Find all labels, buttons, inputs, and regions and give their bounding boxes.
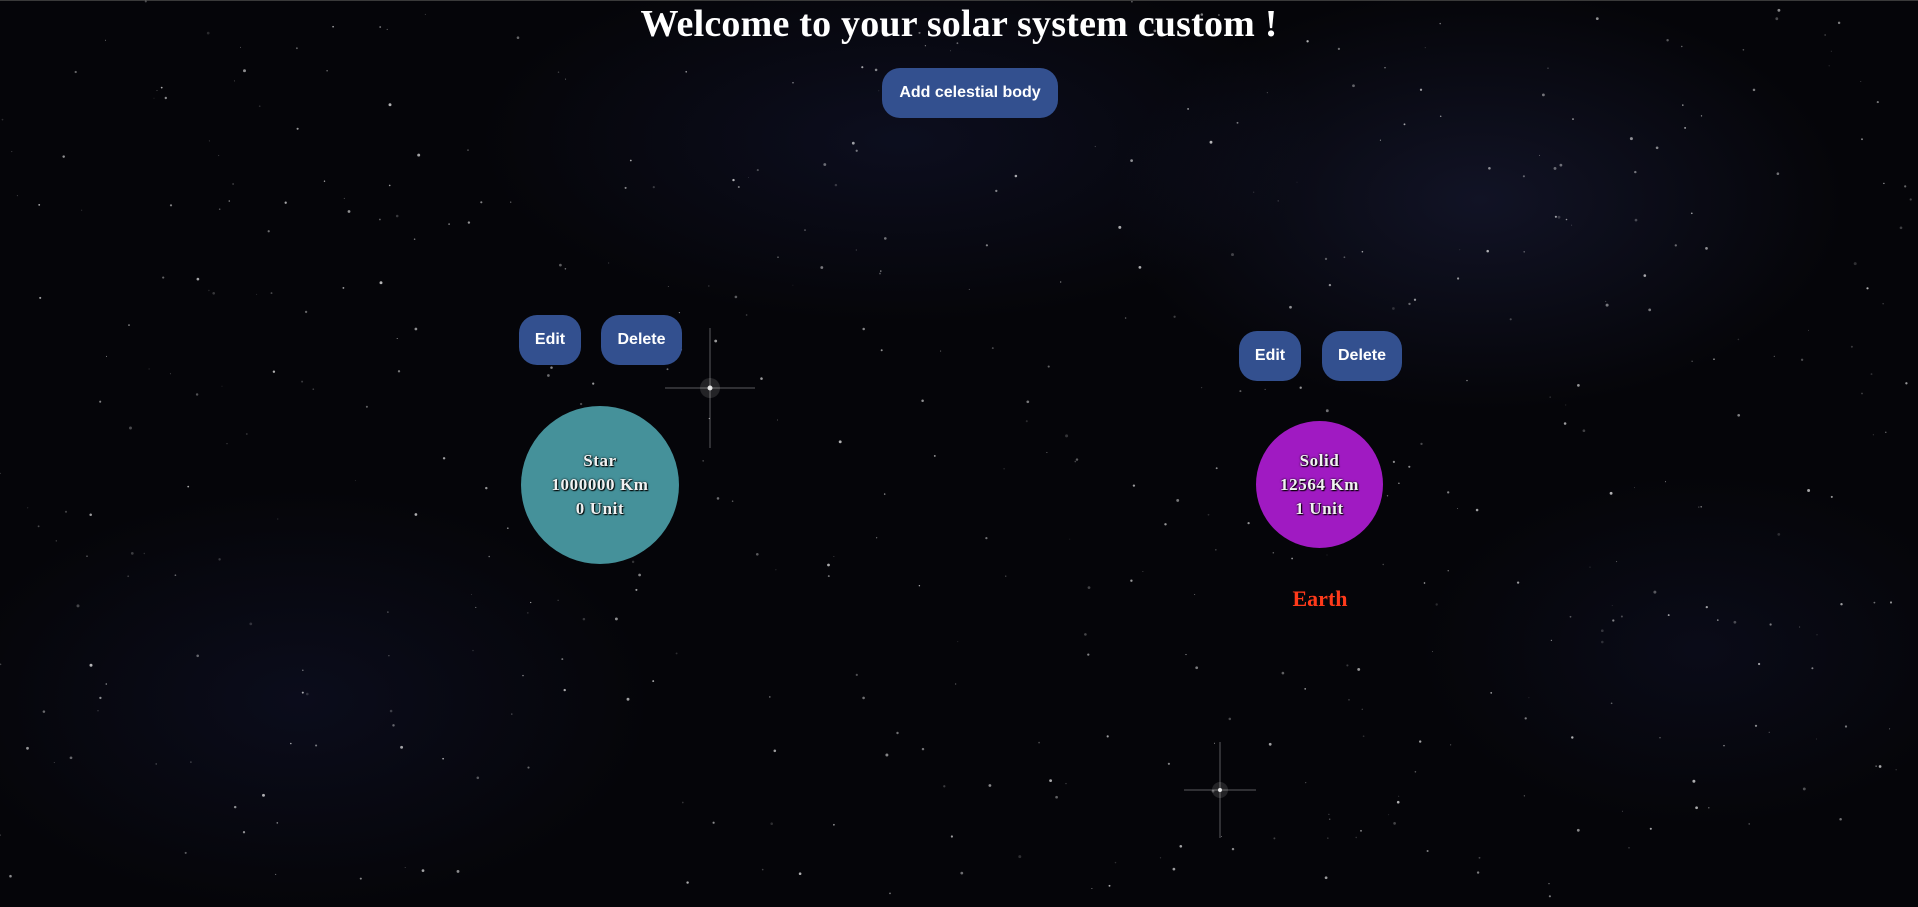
delete-star-button[interactable]: Delete xyxy=(601,315,682,365)
starfield-background xyxy=(0,0,1912,898)
edit-star-button[interactable]: Edit xyxy=(519,315,581,365)
body-size: 1000000 Km xyxy=(551,475,649,494)
edit-earth-button[interactable]: Edit xyxy=(1239,331,1301,381)
add-celestial-body-button[interactable]: Add celestial body xyxy=(882,68,1058,118)
body-type: Solid xyxy=(1299,450,1340,470)
body-name-label: Earth xyxy=(1292,586,1348,611)
body-distance: 0 Unit xyxy=(575,499,625,518)
page-title: Welcome to your solar system custom ! xyxy=(640,3,1278,45)
delete-earth-button[interactable]: Delete xyxy=(1322,331,1402,381)
body-size: 12564 Km xyxy=(1280,474,1359,494)
star-body[interactable]: Star 1000000 Km 0 Unit xyxy=(521,406,679,564)
earth-body[interactable]: Solid 12564 Km 1 Unit xyxy=(1256,421,1383,548)
body-type: Star xyxy=(583,451,617,470)
body-distance: 1 Unit xyxy=(1295,498,1344,518)
